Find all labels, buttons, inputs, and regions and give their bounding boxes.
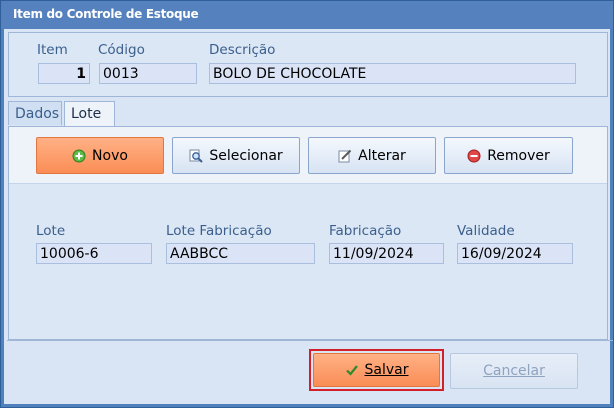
selecionar-button[interactable]: Selecionar — [172, 137, 300, 174]
alterar-button[interactable]: Alterar — [308, 137, 436, 174]
salvar-label: Salvar — [364, 362, 409, 378]
tab-lote[interactable]: Lote — [64, 101, 115, 127]
novo-button[interactable]: Novo — [36, 137, 164, 174]
item-label: Item — [37, 42, 68, 58]
plus-icon — [72, 149, 86, 163]
remover-label: Remover — [487, 147, 550, 164]
cancelar-label: Cancelar — [483, 363, 545, 379]
lote-label: Lote — [36, 223, 66, 239]
fabricacao-label: Fabricação — [329, 223, 402, 239]
alterar-label: Alterar — [358, 147, 406, 164]
codigo-field[interactable]: 0013 — [99, 63, 197, 84]
lote-fabricacao-field[interactable]: AABBCC — [166, 243, 315, 264]
cancelar-button[interactable]: Cancelar — [450, 353, 578, 389]
fabricacao-field[interactable]: 11/09/2024 — [329, 243, 444, 264]
magnifier-icon — [189, 149, 204, 163]
item-field[interactable]: 1 — [38, 63, 90, 84]
tab-dados[interactable]: Dados — [8, 101, 62, 125]
descricao-field[interactable]: BOLO DE CHOCOLATE — [209, 63, 576, 84]
remover-button[interactable]: Remover — [444, 137, 573, 174]
checkmark-icon — [345, 363, 359, 377]
lote-fabricacao-label: Lote Fabricação — [166, 223, 272, 239]
tab-strip: Dados Lote — [8, 101, 606, 127]
title-bar[interactable]: Item do Controle de Estoque — [1, 1, 613, 29]
lote-toolbar: Novo Selecionar Alterar Remover — [9, 127, 607, 184]
validade-field[interactable]: 16/09/2024 — [457, 243, 573, 264]
validade-label: Validade — [457, 223, 515, 239]
lote-tab-panel: Novo Selecionar Alterar Remover Lote 100… — [8, 126, 608, 340]
descricao-label: Descrição — [209, 42, 276, 58]
novo-label: Novo — [92, 147, 128, 164]
remove-icon — [467, 149, 481, 163]
footer-divider — [7, 340, 613, 341]
selecionar-label: Selecionar — [209, 147, 283, 164]
window-title: Item do Controle de Estoque — [13, 7, 199, 21]
item-header-panel: Item 1 Código 0013 Descrição BOLO DE CHO… — [8, 32, 608, 97]
lote-field[interactable]: 10006-6 — [36, 243, 152, 264]
codigo-label: Código — [98, 42, 145, 58]
dialog-window: Item do Controle de Estoque Item 1 Códig… — [0, 0, 614, 408]
dialog-body: Item 1 Código 0013 Descrição BOLO DE CHO… — [4, 29, 613, 404]
edit-icon — [338, 149, 352, 163]
salvar-button[interactable]: Salvar — [313, 353, 440, 387]
